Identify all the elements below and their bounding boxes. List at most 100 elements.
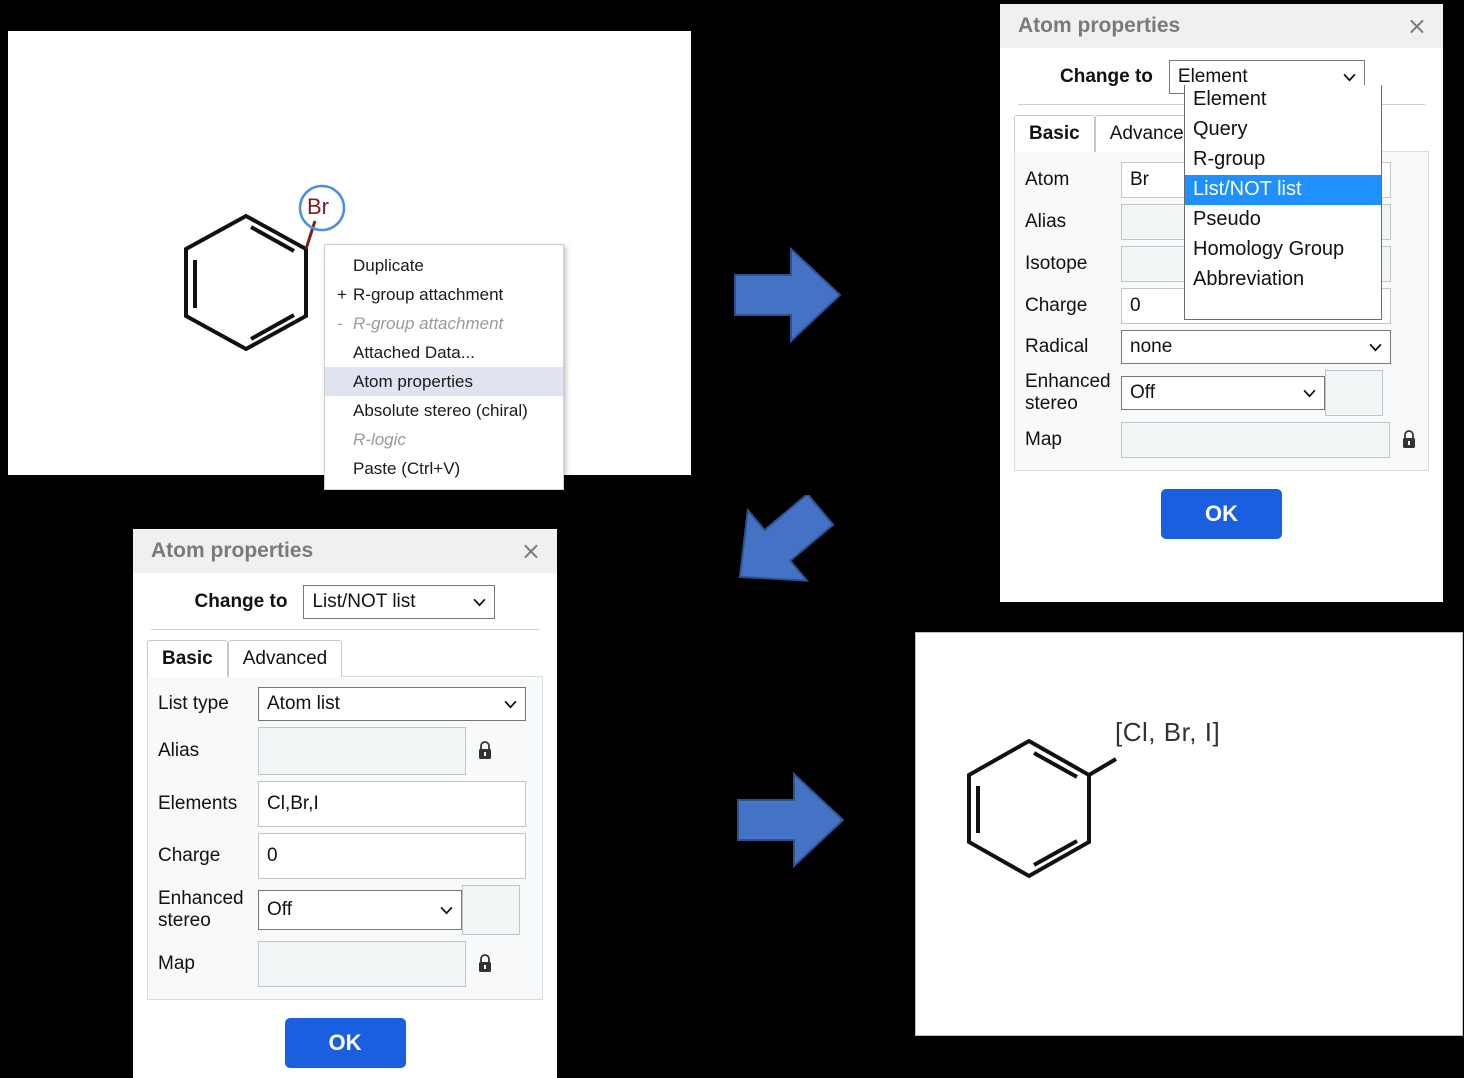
- chevron-down-icon: [440, 906, 453, 915]
- dropdown-option[interactable]: Query: [1185, 115, 1381, 145]
- list-type-value: Atom list: [267, 693, 340, 714]
- enhanced-stereo-select[interactable]: Off: [258, 890, 462, 930]
- field-enhanced-stereo: Enhanced stereo Off: [1025, 370, 1418, 416]
- field-map: Map: [158, 941, 532, 987]
- context-menu-item: R-logic: [325, 425, 563, 454]
- ok-button[interactable]: OK: [284, 1018, 406, 1068]
- divider: [151, 629, 539, 630]
- menu-item-sign: +: [337, 285, 347, 304]
- alias-label: Alias: [158, 740, 200, 761]
- field-radical: Radical none: [1025, 330, 1418, 364]
- tab-advanced[interactable]: Advanced: [227, 640, 343, 677]
- menu-item-label: Absolute stereo (chiral): [353, 401, 528, 420]
- dialog-titlebar: Atom properties ×: [1000, 4, 1443, 48]
- list-type-label: List type: [158, 693, 229, 714]
- charge-label: Charge: [1025, 295, 1088, 316]
- tab-basic[interactable]: Basic: [147, 640, 228, 677]
- charge-label: Charge: [158, 845, 221, 866]
- arrow-step-1: [734, 247, 842, 343]
- dialog-titlebar: Atom properties ×: [133, 529, 557, 573]
- molecule-canvas-bottom-right[interactable]: [Cl, Br, I]: [915, 632, 1463, 1036]
- tab-basic[interactable]: Basic: [1014, 115, 1095, 152]
- change-to-dropdown-options[interactable]: Element Query R-group List/NOT list Pseudo Ho…: [1184, 85, 1382, 320]
- map-label: Map: [158, 953, 195, 974]
- atom-properties-dialog-list[interactable]: Atom properties × Change to List/NOT lis…: [133, 529, 557, 1078]
- context-menu-item[interactable]: Atom properties: [325, 367, 563, 396]
- context-menu[interactable]: Duplicate + R-group attachment - R-group att…: [324, 244, 564, 490]
- menu-item-label: R-group attachment: [353, 285, 504, 304]
- context-menu-item[interactable]: Duplicate: [325, 251, 563, 280]
- chevron-down-icon: [1369, 343, 1382, 352]
- alias-label: Alias: [1025, 211, 1067, 232]
- field-charge: Charge 0: [158, 833, 532, 879]
- menu-item-label: Atom properties: [353, 372, 473, 391]
- lock-icon[interactable]: [1400, 429, 1418, 451]
- context-menu-item[interactable]: + R-group attachment: [325, 280, 563, 309]
- context-menu-item[interactable]: Attached Data...: [325, 338, 563, 367]
- dropdown-option[interactable]: List/NOT list: [1185, 175, 1381, 205]
- alias-input[interactable]: [258, 727, 466, 775]
- context-menu-item[interactable]: Paste (Ctrl+V): [325, 454, 563, 483]
- arrow-step-2: [738, 495, 835, 582]
- enhanced-stereo-select[interactable]: Off: [1121, 376, 1325, 410]
- chevron-down-icon: [1343, 73, 1356, 82]
- menu-item-label: Paste (Ctrl+V): [353, 459, 461, 478]
- enhanced-stereo-value: Off: [267, 899, 292, 920]
- change-to-select[interactable]: List/NOT list: [303, 585, 496, 619]
- field-alias: Alias: [158, 727, 532, 775]
- dropdown-option[interactable]: Abbreviation: [1185, 265, 1381, 295]
- context-menu-item: - R-group attachment: [325, 309, 563, 338]
- map-label: Map: [1025, 429, 1062, 450]
- dialog-title: Atom properties: [151, 539, 314, 562]
- change-to-label: Change to: [194, 591, 288, 612]
- charge-input[interactable]: 0: [258, 833, 526, 879]
- field-elements: Elements Cl,Br,I: [158, 781, 532, 827]
- radical-select[interactable]: none: [1121, 330, 1391, 364]
- atom-label: Atom: [1025, 169, 1070, 190]
- dialog-footer: OK: [133, 1000, 557, 1068]
- chevron-down-icon: [504, 700, 517, 709]
- benzene-atomlist-structure: [967, 738, 1118, 879]
- map-input[interactable]: [1121, 422, 1390, 458]
- dropdown-option[interactable]: R-group: [1185, 145, 1381, 175]
- atom-list-label[interactable]: [Cl, Br, I]: [1115, 717, 1220, 748]
- chevron-down-icon: [473, 598, 486, 607]
- list-type-select[interactable]: Atom list: [258, 687, 526, 721]
- enhanced-stereo-label: Enhanced stereo: [1025, 371, 1111, 414]
- map-input[interactable]: [258, 941, 466, 987]
- change-to-row: Change to List/NOT list: [133, 573, 557, 629]
- field-list-type: List type Atom list: [158, 687, 532, 721]
- tab-bar[interactable]: Basic Advanced: [133, 640, 557, 677]
- enhanced-stereo-group-input[interactable]: [462, 885, 520, 935]
- enhanced-stereo-label: Enhanced stereo: [158, 888, 244, 931]
- molecule-canvas-top-left[interactable]: Br Duplicate + R-group attachment - R-group …: [8, 31, 691, 490]
- isotope-label: Isotope: [1025, 253, 1088, 274]
- menu-item-label: Duplicate: [353, 256, 424, 275]
- ok-button[interactable]: OK: [1161, 489, 1282, 539]
- dialog-footer: OK: [1000, 471, 1443, 539]
- close-icon[interactable]: ×: [1407, 14, 1427, 38]
- radical-value: none: [1130, 336, 1173, 357]
- arrow-step-3: [737, 772, 845, 868]
- atom-label-br[interactable]: Br: [307, 194, 329, 220]
- chevron-down-icon: [1303, 389, 1316, 398]
- basic-fields: List type Atom list Alias Elements Cl,Br…: [147, 676, 543, 1000]
- elements-input[interactable]: Cl,Br,I: [258, 781, 526, 827]
- elements-label: Elements: [158, 793, 238, 814]
- change-to-value: List/NOT list: [312, 591, 416, 612]
- dialog-title: Atom properties: [1018, 14, 1181, 37]
- lock-icon[interactable]: [476, 953, 494, 975]
- field-map: Map: [1025, 422, 1418, 458]
- menu-item-label: Attached Data...: [353, 343, 475, 362]
- menu-item-label: R-logic: [353, 430, 406, 449]
- dropdown-option[interactable]: Element: [1185, 85, 1381, 115]
- dropdown-option[interactable]: Homology Group: [1185, 235, 1381, 265]
- dropdown-option[interactable]: Pseudo: [1185, 205, 1381, 235]
- context-menu-item[interactable]: Absolute stereo (chiral): [325, 396, 563, 425]
- close-icon[interactable]: ×: [521, 539, 541, 563]
- menu-item-sign: -: [337, 314, 343, 333]
- enhanced-stereo-group-input[interactable]: [1325, 370, 1383, 416]
- change-to-label: Change to: [1060, 66, 1153, 87]
- field-enhanced-stereo: Enhanced stereo Off: [158, 885, 532, 935]
- lock-icon[interactable]: [476, 740, 494, 762]
